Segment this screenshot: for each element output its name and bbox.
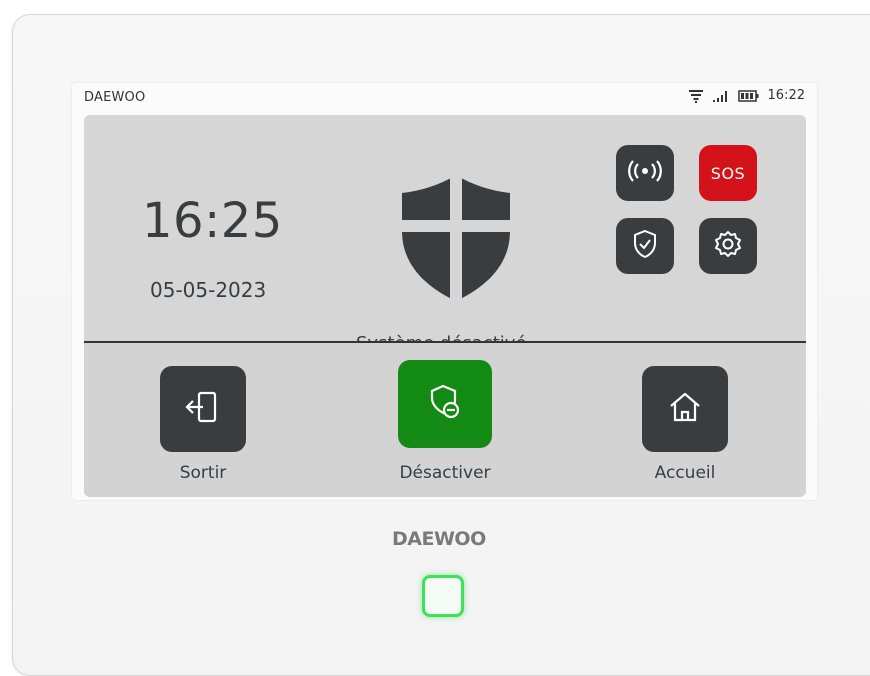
- exit-button[interactable]: [160, 366, 246, 452]
- wireless-signal-icon: [628, 160, 662, 186]
- deactivate-label: Désactiver: [399, 463, 491, 483]
- signal-bars-icon: [712, 89, 730, 103]
- home-icon: [667, 389, 703, 429]
- sos-label: SOS: [710, 163, 746, 183]
- battery-icon: [737, 89, 760, 102]
- status-bar: DAEWOO 16:22: [72, 83, 817, 113]
- statusbar-indicators: 16:22: [688, 88, 805, 103]
- statusbar-clock: 16:22: [767, 88, 805, 103]
- actions-panel: Sortir Désactiver Accueil: [84, 343, 806, 497]
- touch-screen: DAEWOO 16:22 16:25 05-05-2023 SOS Sortir…: [72, 83, 817, 500]
- wifi-icon: [688, 89, 704, 103]
- device-logo: DAEWOO: [392, 528, 486, 550]
- sos-button[interactable]: SOS: [699, 145, 757, 201]
- current-date: 05-05-2023: [150, 278, 267, 302]
- deactivate-button[interactable]: [398, 360, 492, 448]
- statusbar-brand: DAEWOO: [84, 90, 146, 105]
- shield-check-icon: [632, 229, 658, 263]
- status-led: [422, 575, 464, 617]
- exit-door-icon: [185, 389, 221, 429]
- wireless-button[interactable]: [616, 145, 674, 201]
- exit-label: Sortir: [179, 463, 227, 483]
- shield-cross-icon: [400, 173, 512, 303]
- gear-icon: [714, 230, 742, 262]
- settings-button[interactable]: [699, 218, 757, 274]
- shield-minus-icon: [427, 383, 463, 425]
- home-label: Accueil: [654, 463, 716, 483]
- shield-check-button[interactable]: [616, 218, 674, 274]
- current-time: 16:25: [142, 193, 283, 249]
- home-button[interactable]: [642, 366, 728, 452]
- main-panel: 16:25 05-05-2023 Système désactivé: [84, 115, 806, 354]
